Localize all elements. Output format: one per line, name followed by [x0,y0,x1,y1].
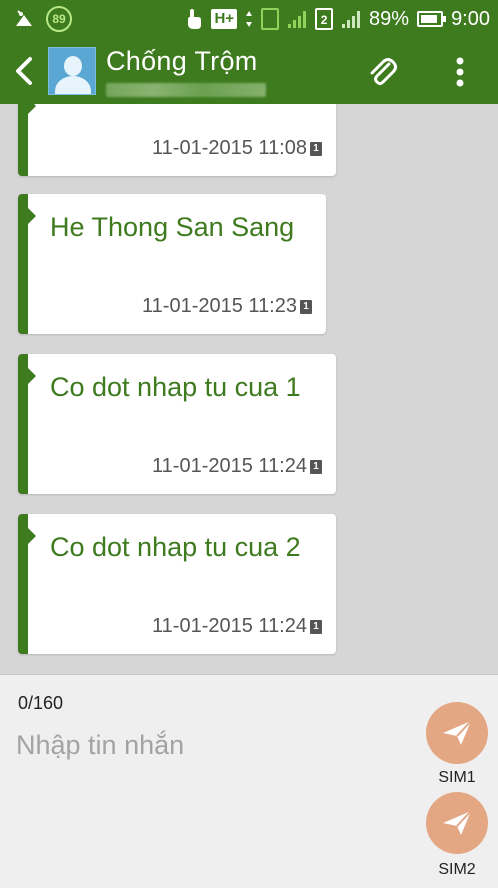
message-timestamp: 11-01-2015 11:08 1 [152,137,322,160]
message-timestamp: 11-01-2015 11:23 1 [142,295,312,318]
send-icon [443,810,472,835]
message-list[interactable]: 11-01-2015 11:08 1 He Thong San Sang 11-… [0,104,498,674]
send-sim2-button[interactable] [426,792,488,854]
sim-indicator-icon: 1 [310,459,322,474]
chevron-left-icon [16,57,32,85]
battery-percent: 89% [369,7,410,30]
paperclip-icon [370,58,397,85]
message-bubble[interactable]: Co dot nhap tu cua 1 11-01-2015 11:24 1 [18,354,336,494]
avatar-body-shape [55,76,91,94]
sim-indicator-icon: 1 [300,299,312,314]
timestamp-text: 11-01-2015 11:24 [152,615,307,637]
status-time: 9:00 [451,7,490,30]
message-text: He Thong San Sang [50,212,295,242]
signal-weak-icon [287,9,307,29]
compose-area: 0/160 SIM1 SIM2 [0,674,498,888]
network-type-icon: H+ [211,9,238,29]
more-vertical-icon [456,57,464,87]
timestamp-text: 11-01-2015 11:24 [152,455,307,477]
contact-name: Chống Trộm [106,45,258,76]
message-bubble[interactable]: 11-01-2015 11:08 1 [18,104,336,176]
android-debug-icon [14,10,34,28]
sim-indicator-icon: 1 [310,141,322,156]
touch-hand-icon [185,7,203,31]
messaging-screen: 89 H+ 2 89% 9:00 Chống Trộm 11-01-2015 1… [0,0,498,888]
signal-icon [341,9,361,29]
attach-button[interactable] [362,52,402,92]
back-button[interactable] [0,38,48,104]
contact-number-redacted [106,82,266,97]
sim2-slot-icon: 2 [315,8,334,30]
app-bar: Chống Trộm [0,38,498,104]
message-text: Co dot nhap tu cua 2 [50,532,301,562]
contact-title-block[interactable]: Chống Trộm [106,46,266,97]
sim1-slot-icon [261,8,280,30]
message-bubble[interactable]: Co dot nhap tu cua 2 11-01-2015 11:24 1 [18,514,336,654]
overflow-menu-button[interactable] [440,52,480,92]
message-bubble[interactable]: He Thong San Sang 11-01-2015 11:23 1 [18,194,326,334]
status-bar: 89 H+ 2 89% 9:00 [0,0,498,38]
status-bar-left: 89 [14,6,72,32]
message-timestamp: 11-01-2015 11:24 1 [152,615,322,638]
timestamp-text: 11-01-2015 11:08 [152,137,307,159]
send-icon [443,720,472,745]
timestamp-text: 11-01-2015 11:23 [142,295,297,317]
message-input[interactable] [16,723,396,767]
message-timestamp: 11-01-2015 11:24 1 [152,455,322,478]
data-arrows-icon [245,10,253,28]
battery-icon [417,11,447,27]
contact-avatar[interactable] [48,47,96,95]
avatar-head-shape [64,56,82,76]
sim2-label: SIM2 [438,861,476,878]
send-sim1-button[interactable] [426,702,488,764]
sim1-label: SIM1 [438,769,476,786]
sim-indicator-icon: 1 [310,619,322,634]
notification-badge-icon: 89 [46,6,72,32]
message-text: Co dot nhap tu cua 1 [50,372,301,402]
status-bar-right: H+ 2 89% 9:00 [185,7,490,31]
character-counter: 0/160 [18,693,64,713]
